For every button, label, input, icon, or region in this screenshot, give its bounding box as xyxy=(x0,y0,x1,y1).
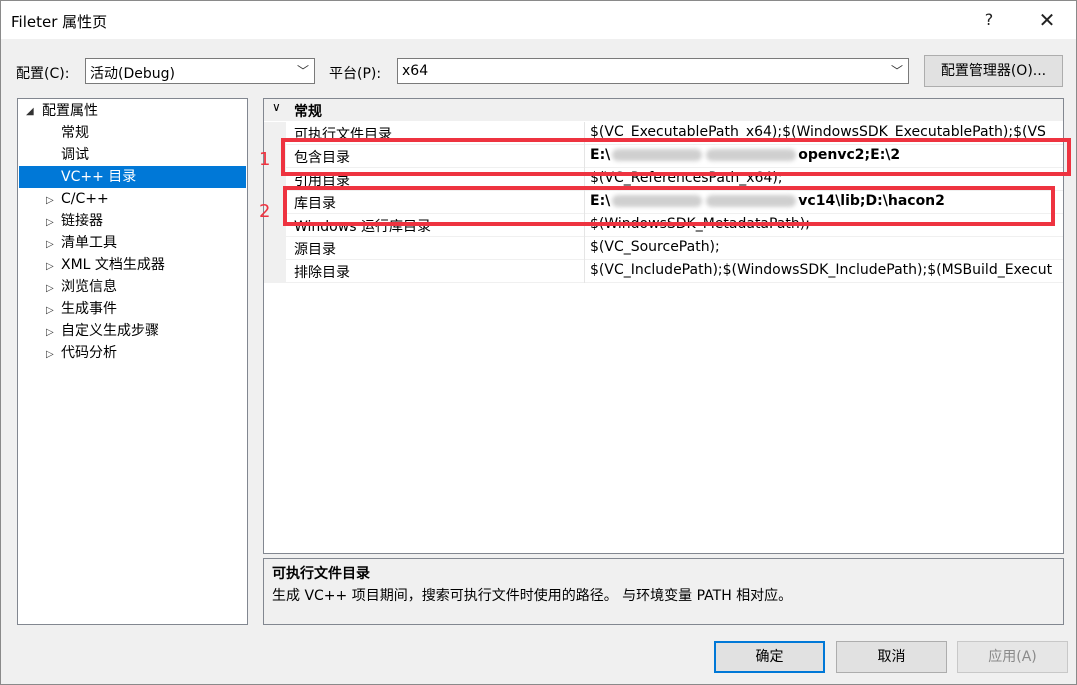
chevron-down-icon[interactable]: ∨ xyxy=(272,100,281,114)
column-divider xyxy=(584,191,585,214)
row-name: 排除目录 xyxy=(294,265,350,281)
row-value: $(WindowsSDK_MetadataPath); xyxy=(590,216,810,232)
tree-root-config-properties[interactable]: 配置属性 xyxy=(42,100,98,122)
property-pages-window: Fileter 属性页 ? ✕ 配置(C): 活动(Debug) ﹀ 平台(P)… xyxy=(0,0,1077,685)
config-manager-button[interactable]: 配置管理器(O)... xyxy=(924,55,1063,87)
description-panel: 可执行文件目录 生成 VC++ 项目期间，搜索可执行文件时使用的路径。 与环境变… xyxy=(263,558,1064,625)
tree-item-debugging[interactable]: 调试 xyxy=(61,144,89,166)
collapsed-triangle-icon[interactable]: ▷ xyxy=(46,349,54,360)
platform-select-value: x64 xyxy=(402,63,429,79)
tree-item-custom-build-step[interactable]: 自定义生成步骤 xyxy=(61,320,159,342)
grid-row-source-dirs[interactable]: 源目录 $(VC_SourcePath); xyxy=(264,237,1063,260)
tree-item-build-events[interactable]: 生成事件 xyxy=(61,298,117,320)
collapsed-triangle-icon[interactable]: ▷ xyxy=(46,305,54,316)
row-value: $(VC_ReferencesPath_x64); xyxy=(590,170,783,186)
chevron-down-icon: ﹀ xyxy=(296,64,309,78)
collapsed-triangle-icon[interactable]: ▷ xyxy=(46,261,54,272)
tree-item-code-analysis[interactable]: 代码分析 xyxy=(61,342,117,364)
column-divider xyxy=(584,214,585,237)
platform-select[interactable]: x64 ﹀ xyxy=(397,58,909,84)
tree-item-c-cpp[interactable]: C/C++ xyxy=(61,188,109,210)
help-button[interactable]: ? xyxy=(967,5,1011,35)
grid-section-title: 常规 xyxy=(294,104,322,120)
annotation-number-2: 2 xyxy=(259,201,271,222)
config-label: 配置(C): xyxy=(16,66,70,82)
grid-row-include-dirs[interactable]: 包含目录 E:\ openvc2;E:\2 xyxy=(264,145,1063,168)
row-name: 包含目录 xyxy=(294,150,350,166)
redaction-blur xyxy=(612,149,703,161)
help-icon: ? xyxy=(984,10,994,29)
grid-row-executable-dirs[interactable]: 可执行文件目录 $(VC_ExecutablePath_x64);$(Windo… xyxy=(264,122,1063,145)
row-value-start: E:\ xyxy=(590,147,611,163)
row-name: Windows 运行库目录 xyxy=(294,219,431,235)
collapsed-triangle-icon[interactable]: ▷ xyxy=(46,195,54,206)
column-divider xyxy=(584,237,585,260)
tree-item-general[interactable]: 常规 xyxy=(61,122,89,144)
window-title: Fileter 属性页 xyxy=(11,13,108,31)
row-value: E:\ openvc2;E:\2 xyxy=(590,147,900,163)
column-divider xyxy=(584,122,585,145)
tree-item-browse-information[interactable]: 浏览信息 xyxy=(61,276,117,298)
collapsed-triangle-icon[interactable]: ▷ xyxy=(46,217,54,228)
tree-item-vc-directories[interactable]: VC++ 目录 xyxy=(19,166,246,188)
expanded-triangle-icon[interactable]: ◢ xyxy=(26,106,34,117)
row-gutter xyxy=(264,260,286,283)
row-name: 源目录 xyxy=(294,242,336,258)
row-value-start: E:\ xyxy=(590,193,611,209)
title-bar: Fileter 属性页 ? ✕ xyxy=(1,1,1076,39)
tree-item-xml-doc-generator[interactable]: XML 文档生成器 xyxy=(61,254,165,276)
chevron-down-icon: ﹀ xyxy=(890,64,903,78)
row-value: $(VC_IncludePath);$(WindowsSDK_IncludePa… xyxy=(590,262,1053,278)
column-divider xyxy=(584,168,585,191)
annotation-number-1: 1 xyxy=(259,149,271,170)
collapsed-triangle-icon[interactable]: ▷ xyxy=(46,283,54,294)
config-select[interactable]: 活动(Debug) ﹀ xyxy=(85,58,315,84)
row-name: 引用目录 xyxy=(294,173,350,189)
grid-row-library-dirs[interactable]: 库目录 E:\ vc14\lib;D:\hacon2 xyxy=(264,191,1063,214)
property-tree[interactable]: ◢ 配置属性 常规 调试 VC++ 目录 ▷ C/C++ ▷ 链接器 ▷ 清单工… xyxy=(17,98,248,625)
grid-row-reference-dirs[interactable]: 引用目录 $(VC_ReferencesPath_x64); xyxy=(264,168,1063,191)
collapsed-triangle-icon[interactable]: ▷ xyxy=(46,327,54,338)
row-value-end: vc14\lib;D:\hacon2 xyxy=(798,193,945,209)
row-name: 可执行文件目录 xyxy=(294,127,392,143)
row-name: 库目录 xyxy=(294,196,336,212)
redaction-blur xyxy=(612,195,703,207)
redaction-blur xyxy=(706,149,797,161)
collapsed-triangle-icon[interactable]: ▷ xyxy=(46,239,54,250)
row-value-end: openvc2;E:\2 xyxy=(798,147,901,163)
close-button[interactable]: ✕ xyxy=(1025,5,1069,35)
column-divider xyxy=(584,260,585,283)
row-value: $(VC_ExecutablePath_x64);$(WindowsSDK_Ex… xyxy=(590,124,1046,140)
grid-row-winrt-dirs[interactable]: Windows 运行库目录 $(WindowsSDK_MetadataPath)… xyxy=(264,214,1063,237)
cancel-button[interactable]: 取消 xyxy=(836,641,947,673)
ok-button[interactable]: 确定 xyxy=(714,641,825,673)
row-value: $(VC_SourcePath); xyxy=(590,239,720,255)
tree-item-manifest-tool[interactable]: 清单工具 xyxy=(61,232,117,254)
row-gutter xyxy=(264,122,286,145)
row-gutter xyxy=(264,237,286,260)
config-select-value: 活动(Debug) xyxy=(90,66,175,82)
grid-row-exclude-dirs[interactable]: 排除目录 $(VC_IncludePath);$(WindowsSDK_Incl… xyxy=(264,260,1063,283)
platform-label: 平台(P): xyxy=(329,66,382,82)
tree-item-linker[interactable]: 链接器 xyxy=(61,210,103,232)
column-divider xyxy=(584,145,585,168)
property-grid[interactable]: ∨ 常规 可执行文件目录 $(VC_ExecutablePath_x64);$(… xyxy=(263,98,1064,554)
apply-button[interactable]: 应用(A) xyxy=(957,641,1068,673)
close-icon: ✕ xyxy=(1038,8,1056,32)
redaction-blur xyxy=(706,195,797,207)
grid-section-header[interactable]: ∨ 常规 xyxy=(264,99,1063,121)
description-text: 生成 VC++ 项目期间，搜索可执行文件时使用的路径。 与环境变量 PATH 相… xyxy=(272,588,793,604)
row-value: E:\ vc14\lib;D:\hacon2 xyxy=(590,193,945,209)
row-gutter xyxy=(264,168,286,191)
description-title: 可执行文件目录 xyxy=(272,566,370,582)
